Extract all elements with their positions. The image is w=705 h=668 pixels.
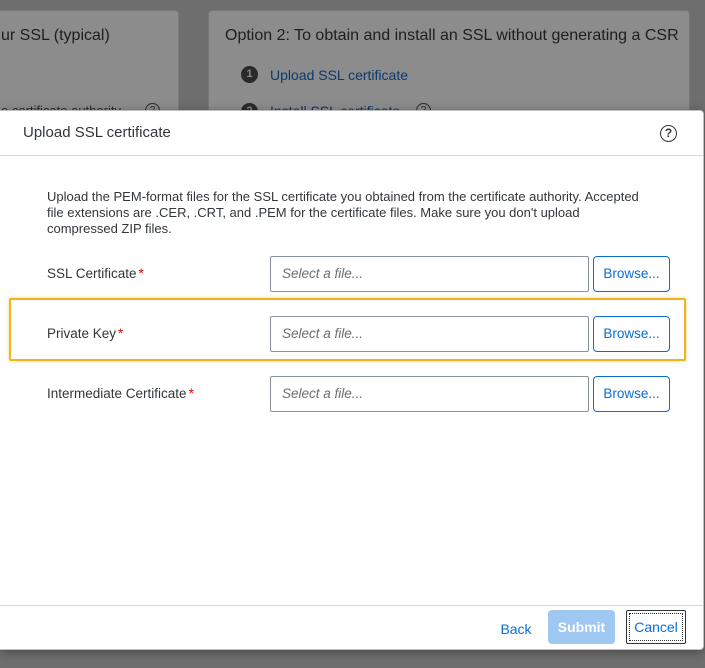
- dialog-title: Upload SSL certificate: [23, 124, 171, 141]
- private-key-label: Private Key *: [47, 326, 124, 341]
- ssl-certificate-label: SSL Certificate *: [47, 266, 144, 281]
- intermediate-certificate-file-input[interactable]: Select a file...: [270, 376, 589, 412]
- required-asterisk: *: [188, 386, 194, 401]
- dialog-footer: Back Submit Cancel: [0, 605, 703, 649]
- private-key-row: Private Key * Select a file... Browse...: [0, 316, 703, 352]
- option2-card: Option 2: To obtain and install an SSL w…: [208, 10, 690, 122]
- step-1-number: 1: [241, 66, 258, 83]
- required-asterisk: *: [118, 326, 124, 341]
- private-key-file-input[interactable]: Select a file...: [270, 316, 589, 352]
- ssl-certificate-row: SSL Certificate * Select a file... Browse…: [0, 256, 703, 292]
- upload-ssl-dialog: Upload SSL certificate ? Upload the PEM-…: [0, 110, 704, 650]
- ssl-certificate-browse-button[interactable]: Browse...: [593, 256, 670, 292]
- intermediate-certificate-label: Intermediate Certificate *: [47, 386, 194, 401]
- option1-title: ur SSL (typical): [1, 27, 110, 44]
- question-circle-icon[interactable]: ?: [660, 125, 677, 142]
- cancel-button[interactable]: Cancel: [626, 610, 686, 644]
- back-button[interactable]: Back: [497, 613, 535, 645]
- required-asterisk: *: [138, 266, 144, 281]
- step-1-link[interactable]: Upload SSL certificate: [270, 67, 408, 83]
- option2-title: Option 2: To obtain and install an SSL w…: [225, 27, 679, 44]
- private-key-browse-button[interactable]: Browse...: [593, 316, 670, 352]
- intermediate-certificate-browse-button[interactable]: Browse...: [593, 376, 670, 412]
- intermediate-certificate-row: Intermediate Certificate * Select a file.…: [0, 376, 703, 412]
- submit-button[interactable]: Submit: [548, 610, 615, 644]
- dialog-header: Upload SSL certificate ?: [0, 111, 703, 156]
- dialog-description: Upload the PEM-format files for the SSL …: [47, 189, 639, 236]
- ssl-certificate-file-input[interactable]: Select a file...: [270, 256, 589, 292]
- option1-card: ur SSL (typical) e certificate authority…: [0, 10, 179, 122]
